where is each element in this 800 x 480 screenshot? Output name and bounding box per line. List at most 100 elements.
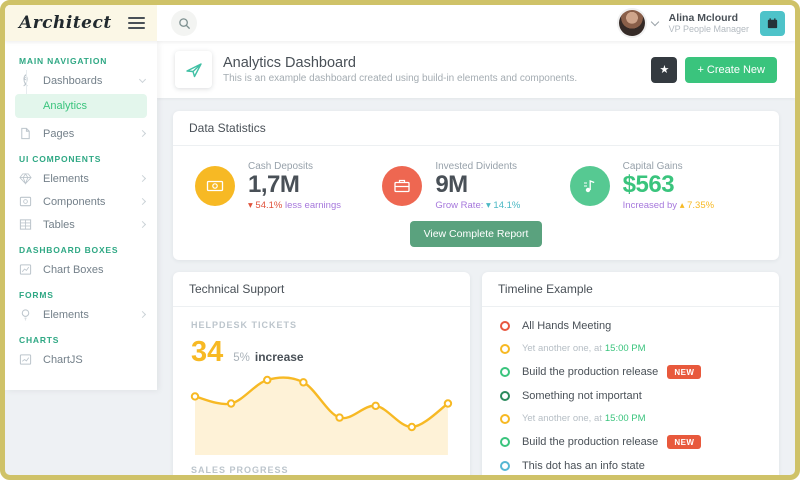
- timeline-dot: [500, 321, 510, 331]
- page-title-text: Analytics Dashboard This is an example d…: [223, 55, 577, 84]
- nav-heading-forms: FORMS: [19, 290, 143, 300]
- sidebar-item-elements[interactable]: Elements: [5, 167, 157, 190]
- timeline-dot: [500, 391, 510, 401]
- chart-box-icon: [19, 263, 34, 276]
- search-icon: [178, 17, 191, 30]
- calendar-button[interactable]: [760, 11, 785, 36]
- sidebar-item-chart-boxes[interactable]: Chart Boxes: [5, 258, 157, 281]
- stat-subtext: Increased by ▴ 7.35%: [623, 200, 714, 211]
- page-title-actions: ★ + Create New: [651, 57, 777, 83]
- sidebar-item-chartjs[interactable]: ChartJS: [5, 348, 157, 371]
- chevron-right-icon: [139, 221, 146, 228]
- timeline-dot: [500, 437, 510, 447]
- stats-row: Cash Deposits 1,7M ▾ 54.1% less earnings: [173, 146, 779, 215]
- stat-delta: ▾ 14.1%: [486, 200, 520, 211]
- sidebar-item-form-elements[interactable]: Elements: [5, 303, 157, 326]
- user-role: VP People Manager: [669, 24, 749, 34]
- page-title-bar: Analytics Dashboard This is an example d…: [157, 41, 795, 98]
- favorite-star-button[interactable]: ★: [651, 57, 677, 83]
- helpdesk-line-chart: [181, 371, 462, 455]
- sidebar-item-pages[interactable]: Pages: [5, 122, 157, 145]
- view-complete-report-button[interactable]: View Complete Report: [410, 221, 543, 247]
- stat-subtext: ▾ 54.1% less earnings: [248, 200, 341, 211]
- sales-progress-kicker: SALES PROGRESS: [173, 455, 470, 475]
- new-badge: NEW: [667, 365, 701, 379]
- lightbulb-icon: [19, 308, 34, 321]
- timeline-item: Build the production release NEW: [500, 365, 761, 379]
- stat-note: less earnings: [285, 200, 341, 211]
- sidebar-item-label: ChartJS: [43, 354, 145, 366]
- brand-logo: Architect: [19, 13, 112, 33]
- timeline-time: 15:00 PM: [605, 343, 646, 354]
- sidebar-item-dashboards[interactable]: Dashboards: [5, 69, 157, 92]
- sidebar-item-label: Pages: [43, 128, 140, 140]
- main-content: Analytics Dashboard This is an example d…: [157, 41, 795, 475]
- logo-area: Architect: [5, 5, 157, 41]
- sidebar-item-tables[interactable]: Tables: [5, 213, 157, 236]
- banknote-icon: [195, 166, 235, 206]
- timeline-dot: [500, 367, 510, 377]
- card-header: Technical Support: [173, 272, 470, 307]
- card-header: Timeline Example: [482, 272, 779, 307]
- chevron-right-icon: [139, 198, 146, 205]
- chevron-down-icon[interactable]: [650, 17, 658, 25]
- paper-plane-icon: [185, 61, 203, 79]
- chevron-down-icon: [139, 76, 146, 83]
- table-grid-icon: [19, 218, 34, 231]
- sidebar-item-label: Elements: [43, 309, 140, 321]
- helpdesk-kicker: HELPDESK TICKETS: [191, 320, 452, 330]
- timeline-example-card: Timeline Example All Hands Meeting Yet a…: [482, 272, 779, 475]
- top-bar: Architect Alina Mclourd VP People Manage…: [5, 5, 795, 41]
- timeline-dot: [500, 414, 510, 424]
- sidebar-item-analytics-active[interactable]: Analytics: [15, 94, 147, 118]
- create-new-button[interactable]: + Create New: [685, 57, 777, 83]
- sidebar-item-label: Elements: [43, 173, 140, 185]
- user-name: Alina Mclourd: [669, 12, 749, 24]
- timeline-time: 15:00 PM: [605, 413, 646, 424]
- page-title-icon-box: [175, 51, 212, 88]
- nav-heading-dashboard-boxes: DASHBOARD BOXES: [19, 245, 143, 255]
- chevron-right-icon: [139, 311, 146, 318]
- timeline-item: This dot has an info state: [500, 460, 761, 472]
- ticket-percent-label: increase: [255, 350, 304, 364]
- stat-value: 1,7M: [248, 172, 341, 198]
- hamburger-menu-icon[interactable]: [128, 14, 145, 32]
- sidebar-item-label: Tables: [43, 219, 140, 231]
- nav-heading-charts: CHARTS: [19, 335, 143, 345]
- nav-heading-main: MAIN NAVIGATION: [19, 56, 143, 66]
- music-note-icon: [570, 166, 610, 206]
- header: Alina Mclourd VP People Manager: [157, 5, 795, 41]
- stat-cash-deposits: Cash Deposits 1,7M ▾ 54.1% less earnings: [195, 161, 382, 211]
- diamond-icon: [19, 172, 34, 185]
- calendar-icon: [766, 17, 779, 30]
- timeline-item: Yet another one, at 15:00 PM: [500, 413, 761, 424]
- timeline-item: Something not important: [500, 390, 761, 402]
- briefcase-icon: [382, 166, 422, 206]
- nav-heading-ui-components: UI COMPONENTS: [19, 154, 143, 164]
- app-window: Architect Alina Mclourd VP People Manage…: [0, 0, 800, 480]
- dashboards-submenu: Analytics: [5, 92, 157, 122]
- page-subtitle: This is an example dashboard created usi…: [223, 73, 577, 84]
- sidebar: MAIN NAVIGATION Dashboards Analytics Pag…: [5, 41, 157, 390]
- card-header: Data Statistics: [173, 111, 779, 146]
- timeline-dot: [500, 461, 510, 471]
- chevron-right-icon: [139, 130, 146, 137]
- technical-support-card: Technical Support HELPDESK TICKETS 34 5%…: [173, 272, 470, 475]
- safe-icon: [19, 195, 34, 208]
- timeline-item: All Hands Meeting: [500, 320, 761, 332]
- avatar[interactable]: [619, 10, 645, 36]
- stat-subtext: Grow Rate: ▾ 14.1%: [435, 200, 520, 211]
- sidebar-item-label: Dashboards: [43, 75, 140, 87]
- data-statistics-card: Data Statistics Cash Deposits 1,7M ▾ 54.…: [173, 111, 779, 260]
- user-info: Alina Mclourd VP People Manager: [669, 12, 749, 34]
- search-button[interactable]: [171, 10, 197, 36]
- stat-capital-gains: Capital Gains $563 Increased by ▴ 7.35%: [570, 161, 757, 211]
- timeline-item: Yet another one, at 15:00 PM: [500, 343, 761, 354]
- chevron-right-icon: [139, 175, 146, 182]
- user-area: Alina Mclourd VP People Manager: [619, 10, 785, 36]
- timeline-item: Build the production release NEW: [500, 435, 761, 449]
- line-chart-icon: [19, 353, 34, 366]
- sidebar-item-components[interactable]: Components: [5, 190, 157, 213]
- stat-delta: ▾ 54.1%: [248, 200, 282, 211]
- stat-delta: ▴ 7.35%: [680, 200, 714, 211]
